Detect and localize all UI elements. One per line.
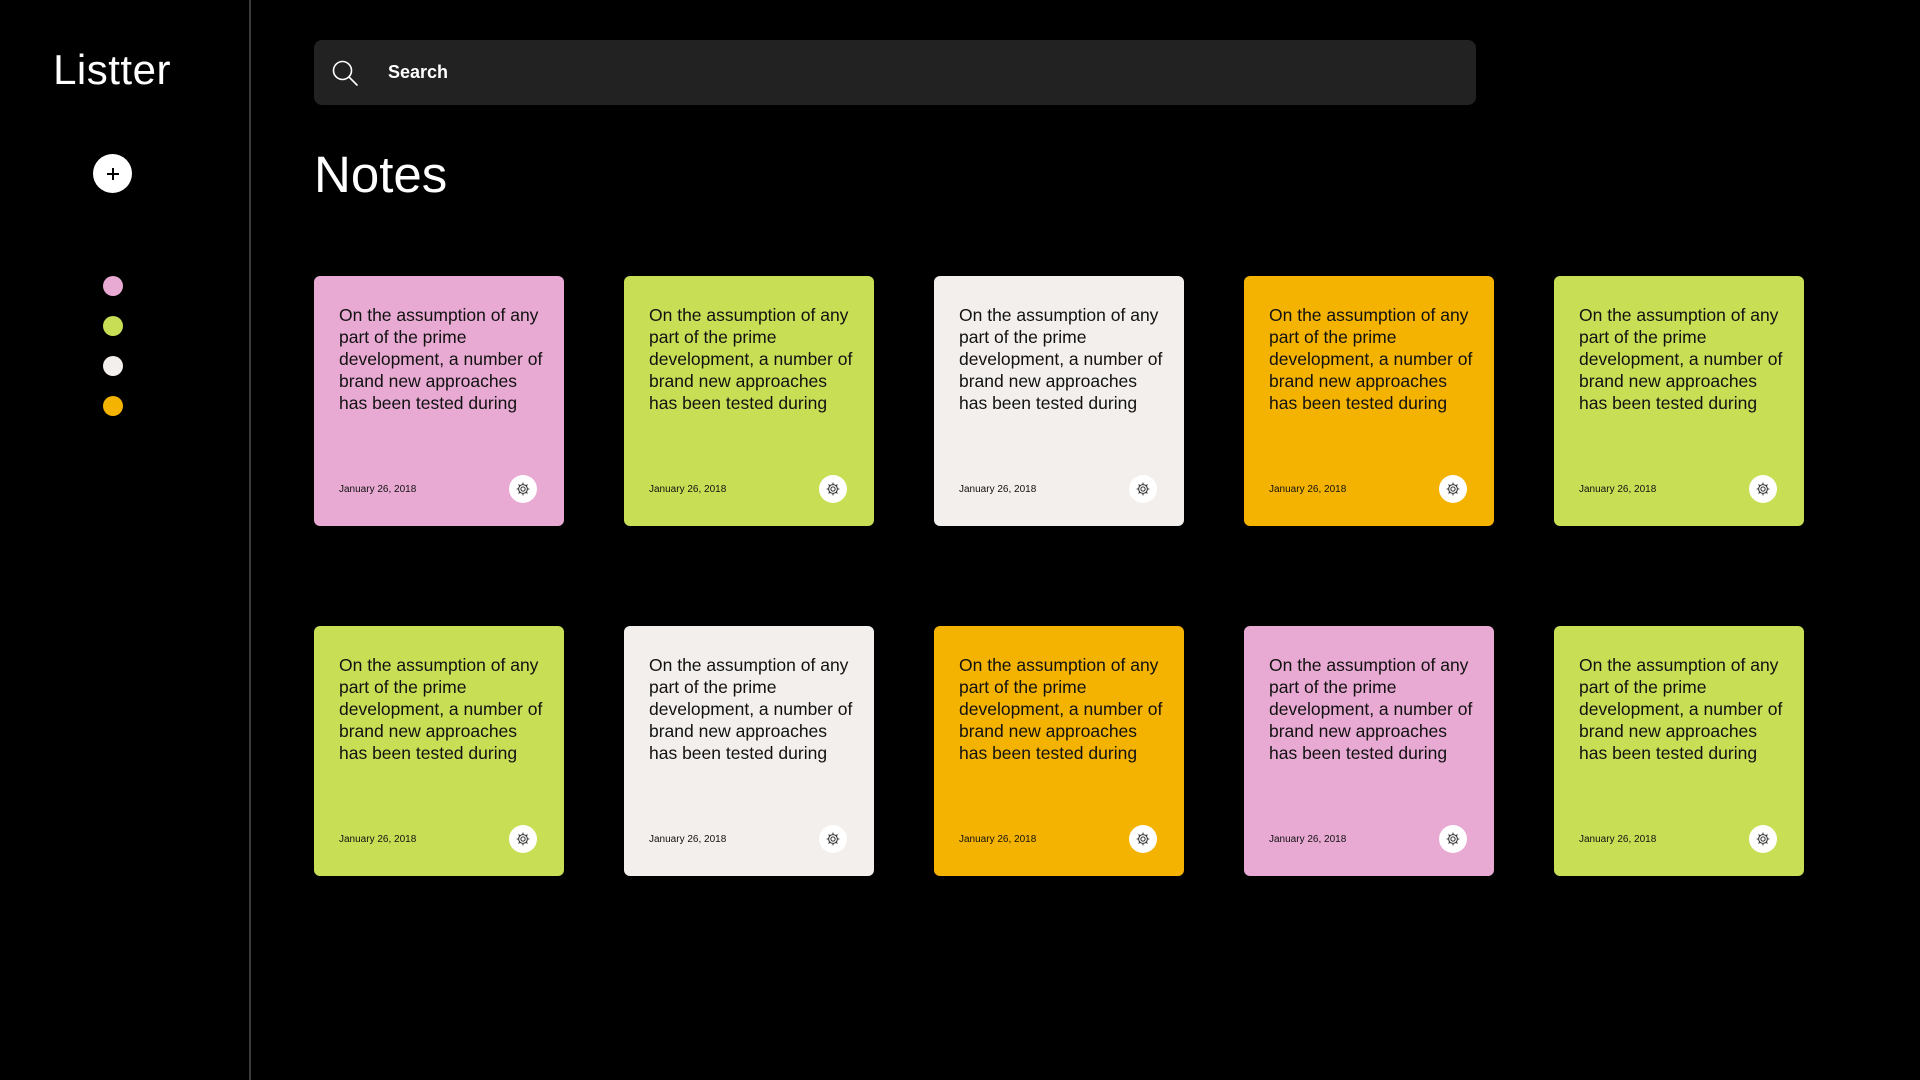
note-settings-button[interactable]: [509, 475, 537, 503]
gear-icon: [826, 482, 840, 496]
note-settings-button[interactable]: [819, 825, 847, 853]
note-card[interactable]: On the assumption of any part of the pri…: [1554, 626, 1804, 876]
note-date: January 26, 2018: [959, 834, 1037, 845]
gear-icon: [516, 482, 530, 496]
gear-icon: [1756, 832, 1770, 846]
color-filter-orange[interactable]: [103, 396, 123, 416]
note-text: On the assumption of any part of the pri…: [339, 655, 543, 763]
search-icon[interactable]: [330, 58, 360, 88]
note-text: On the assumption of any part of the pri…: [1269, 305, 1473, 413]
note-text: On the assumption of any part of the pri…: [1579, 305, 1783, 413]
gear-icon: [1756, 482, 1770, 496]
gear-icon: [1446, 482, 1460, 496]
color-filter-pink[interactable]: [103, 276, 123, 296]
search-bar: [314, 40, 1476, 105]
note-text: On the assumption of any part of the pri…: [339, 305, 543, 413]
note-text: On the assumption of any part of the pri…: [1579, 655, 1783, 763]
note-card[interactable]: On the assumption of any part of the pri…: [934, 276, 1184, 526]
note-date: January 26, 2018: [649, 834, 727, 845]
sidebar: Listter: [0, 0, 251, 1080]
gear-icon: [516, 832, 530, 846]
note-date: January 26, 2018: [649, 484, 727, 495]
note-card[interactable]: On the assumption of any part of the pri…: [624, 626, 874, 876]
note-card[interactable]: On the assumption of any part of the pri…: [624, 276, 874, 526]
note-card[interactable]: On the assumption of any part of the pri…: [314, 626, 564, 876]
note-text: On the assumption of any part of the pri…: [959, 655, 1163, 763]
note-text: On the assumption of any part of the pri…: [1269, 655, 1473, 763]
note-date: January 26, 2018: [1269, 484, 1347, 495]
note-text: On the assumption of any part of the pri…: [959, 305, 1163, 413]
note-card[interactable]: On the assumption of any part of the pri…: [314, 276, 564, 526]
note-date: January 26, 2018: [339, 834, 417, 845]
search-input[interactable]: [386, 51, 1440, 94]
gear-icon: [826, 832, 840, 846]
note-text: On the assumption of any part of the pri…: [649, 655, 853, 763]
note-date: January 26, 2018: [1269, 834, 1347, 845]
gear-icon: [1446, 832, 1460, 846]
note-text: On the assumption of any part of the pri…: [649, 305, 853, 413]
gear-icon: [1136, 482, 1150, 496]
note-date: January 26, 2018: [1579, 834, 1657, 845]
note-settings-button[interactable]: [509, 825, 537, 853]
note-card[interactable]: On the assumption of any part of the pri…: [1554, 276, 1804, 526]
note-settings-button[interactable]: [1749, 825, 1777, 853]
note-card[interactable]: On the assumption of any part of the pri…: [1244, 626, 1494, 876]
note-date: January 26, 2018: [1579, 484, 1657, 495]
gear-icon: [1136, 832, 1150, 846]
add-note-button[interactable]: [93, 154, 132, 193]
note-settings-button[interactable]: [1439, 825, 1467, 853]
color-filter-lime[interactable]: [103, 316, 123, 336]
note-settings-button[interactable]: [1129, 825, 1157, 853]
page-title: Notes: [314, 146, 448, 203]
note-card[interactable]: On the assumption of any part of the pri…: [1244, 276, 1494, 526]
note-settings-button[interactable]: [1439, 475, 1467, 503]
app-window: Listter Notes On the assumption of any p…: [0, 0, 1920, 1080]
note-settings-button[interactable]: [1129, 475, 1157, 503]
note-date: January 26, 2018: [959, 484, 1037, 495]
note-date: January 26, 2018: [339, 484, 417, 495]
note-settings-button[interactable]: [819, 475, 847, 503]
note-card[interactable]: On the assumption of any part of the pri…: [934, 626, 1184, 876]
note-settings-button[interactable]: [1749, 475, 1777, 503]
notes-grid: On the assumption of any part of the pri…: [314, 276, 1804, 876]
plus-icon: [106, 167, 119, 180]
app-logo: Listter: [53, 46, 171, 93]
color-filter-white[interactable]: [103, 356, 123, 376]
